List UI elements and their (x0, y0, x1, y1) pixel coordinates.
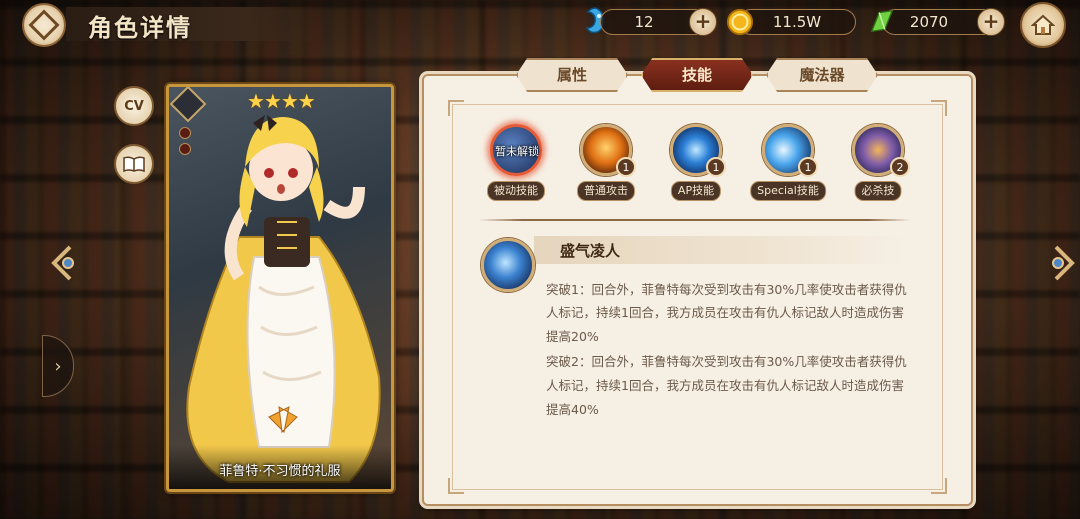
selected-skill-name: 盛气凌人 (560, 242, 621, 260)
corner-ornament (448, 100, 464, 116)
tab-skills[interactable]: 技能 (641, 58, 753, 92)
skill-description-line: 突破1：回合外，菲鲁特每次受到攻击有30%几率使攻击者获得仇 (546, 282, 907, 297)
chevron-right-icon: › (54, 355, 62, 377)
star-rating: ★★★★ (247, 89, 316, 113)
skill-description-line: 提高40% (546, 402, 599, 417)
tab-attributes[interactable]: 属性 (516, 58, 628, 92)
crystal-add-button[interactable]: + (977, 8, 1005, 36)
skill-label-special: Special技能 (750, 181, 826, 201)
character-card[interactable]: ★★★★ 菲鲁特·不习惯的礼服 (166, 84, 394, 492)
skill-label-ultimate: 必杀技 (854, 181, 902, 201)
fish-currency-value: 12 (634, 13, 654, 31)
skill-label-passive: 被动技能 (487, 181, 545, 201)
skill-label-ap: AP技能 (670, 181, 722, 201)
crystal-value: 2070 (909, 13, 949, 31)
skill-level-badge: 1 (616, 157, 636, 177)
back-diamond-icon (28, 9, 60, 41)
tab-magic-device[interactable]: 魔法器 (766, 58, 878, 92)
profile-book-button[interactable] (114, 144, 154, 184)
skill-locked-label: 暂未解锁 (495, 145, 539, 158)
skill-label-normal-attack: 普通攻击 (577, 181, 635, 201)
gem-slot-icon (179, 127, 191, 139)
skill-level-badge: 1 (706, 157, 726, 177)
home-button[interactable] (1020, 2, 1066, 48)
next-character-arrow[interactable] (1048, 243, 1078, 283)
character-illustration (186, 115, 381, 483)
green-crystal-icon (870, 9, 894, 33)
section-divider (479, 219, 911, 221)
gold-counter: 11.5W (738, 9, 856, 35)
corner-ornament (931, 478, 947, 494)
skill-level-badge: 2 (890, 157, 910, 177)
top-bar: 角色详情 12 + 11.5W 2070 + (0, 0, 1080, 50)
skill-description-line: 人标记，持续1回合，我方成员在攻击有仇人标记敌人时造成伤害 (546, 378, 904, 393)
book-icon (123, 156, 145, 172)
previous-character-arrow[interactable] (48, 243, 78, 283)
character-name: 菲鲁特·不习惯的礼服 (219, 464, 341, 479)
crystal-counter: 2070 + (882, 8, 1005, 36)
skill-description-line: 突破2：回合外，菲鲁特每次受到攻击有30%几率使攻击者获得仇 (546, 354, 907, 369)
fish-currency-counter: 12 + (600, 8, 717, 36)
page-title: 角色详情 (88, 13, 192, 42)
gold-value: 11.5W (772, 13, 822, 31)
home-icon (1031, 14, 1055, 35)
fish-currency-add-button[interactable]: + (689, 8, 717, 36)
skill-description-line: 提高20% (546, 329, 599, 344)
gold-coin-icon (726, 8, 754, 36)
back-button[interactable] (22, 3, 66, 47)
skill-description-line: 人标记，持续1回合，我方成员在攻击有仇人标记敌人时造成伤害 (546, 305, 904, 320)
gem-slot-icon (179, 143, 191, 155)
selected-skill-icon (481, 238, 535, 292)
cv-label: CV (124, 98, 144, 114)
corner-ornament (448, 478, 464, 494)
skill-level-badge: 1 (798, 157, 818, 177)
cv-voice-button[interactable]: CV (114, 86, 154, 126)
corner-ornament (931, 100, 947, 116)
